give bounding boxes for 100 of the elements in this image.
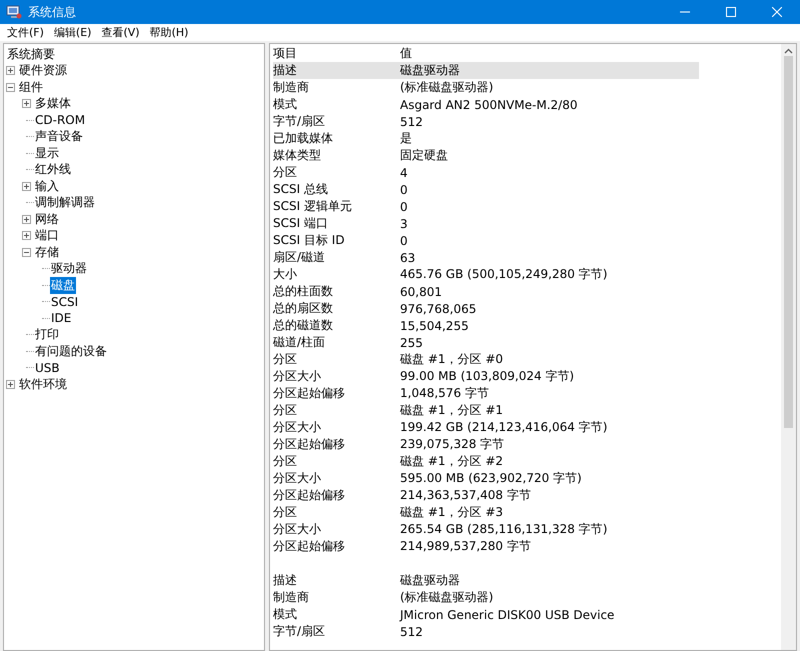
menu-item[interactable]: 查看(V): [96, 24, 145, 41]
table-row[interactable]: 分区 磁盘 #1，分区 #0: [273, 351, 699, 368]
table-row[interactable]: SCSI 逻辑单元 0: [273, 198, 699, 215]
table-cell: 976,768,065: [400, 302, 476, 316]
tree-item[interactable]: CD-ROM: [34, 113, 86, 128]
table-cell-text: 分区大小: [273, 521, 322, 538]
table-row[interactable]: 已加载媒体 是: [273, 130, 699, 147]
expand-icon[interactable]: [6, 380, 15, 389]
table-row[interactable]: 分区起始偏移 239,075,328 字节: [273, 436, 699, 453]
scroll-up-icon[interactable]: [784, 48, 793, 54]
tree-item[interactable]: 硬件资源: [18, 62, 68, 80]
tree-item[interactable]: 存储: [34, 244, 60, 261]
expand-icon[interactable]: [22, 182, 31, 191]
table-cell-text: SCSI 端口: [273, 215, 329, 232]
tree-item[interactable]: 声音设备: [34, 128, 84, 146]
table-cell-text: 模式: [273, 96, 298, 113]
table-row[interactable]: 分区起始偏移 214,363,537,408 字节: [273, 487, 699, 504]
tree-item[interactable]: 显示: [34, 144, 60, 162]
table-cell: JMicron Generic DISK00 USB Device: [400, 608, 614, 622]
table-cell-text: 总的磁道数: [273, 317, 334, 334]
table-cell: 199.42 GB (214,123,416,064 字节): [400, 419, 608, 436]
tree-item[interactable]: 端口: [34, 227, 60, 244]
tree-item[interactable]: 软件环境: [18, 376, 68, 393]
table-cell: 1,048,576 字节: [400, 385, 489, 402]
table-row[interactable]: 分区 磁盘 #1，分区 #1: [273, 402, 699, 419]
table-row[interactable]: 分区 磁盘 #1，分区 #3: [273, 504, 699, 521]
collapse-icon[interactable]: [6, 82, 15, 92]
table-row[interactable]: 制造商 (标准磁盘驱动器): [273, 589, 699, 606]
menu-item[interactable]: 帮助(H): [144, 24, 194, 41]
expand-icon[interactable]: [22, 214, 31, 224]
table-cell-text: 分区大小: [273, 419, 322, 436]
table-cell-text: 分区: [273, 453, 298, 470]
table-row[interactable]: 分区大小 99.00 MB (103,809,024 字节): [273, 368, 699, 385]
table-row[interactable]: 总的磁道数 15,504,255: [273, 317, 699, 334]
table-row[interactable]: 描述 磁盘驱动器: [273, 62, 699, 79]
table-row[interactable]: 字节/扇区 512: [273, 623, 699, 640]
collapse-icon[interactable]: [22, 248, 31, 257]
table-cell-text: 分区起始偏移: [273, 538, 346, 555]
table-row[interactable]: 分区大小 265.54 GB (285,116,131,328 字节): [273, 521, 699, 538]
table-cell: Asgard AN2 500NVMe-M.2/80: [400, 98, 578, 112]
table-row[interactable]: 扇区/磁道 63: [273, 249, 699, 266]
table-row[interactable]: 分区起始偏移 1,048,576 字节: [273, 385, 699, 402]
table-row[interactable]: 模式 Asgard AN2 500NVMe-M.2/80: [273, 96, 699, 113]
tree-item[interactable]: 磁盘: [50, 276, 76, 294]
table-cell-text: 分区: [273, 402, 298, 419]
table-cell-text: 字节/扇区: [273, 623, 326, 640]
table-cell-text: 扇区/磁道: [273, 249, 326, 266]
table-row[interactable]: 分区 磁盘 #1，分区 #2: [273, 453, 699, 470]
table-row[interactable]: 总的柱面数 60,801: [273, 283, 699, 300]
menu-item[interactable]: 文件(F): [2, 24, 49, 41]
expand-icon[interactable]: [22, 99, 31, 108]
table-cell-text: SCSI 目标 ID: [273, 232, 346, 249]
table-cell-text: 分区: [273, 504, 298, 521]
table-row[interactable]: 分区大小 199.42 GB (214,123,416,064 字节): [273, 419, 699, 436]
table-row[interactable]: 大小 465.76 GB (500,105,249,280 字节): [273, 266, 699, 283]
tree-item[interactable]: 驱动器: [50, 260, 88, 278]
expand-icon[interactable]: [22, 231, 31, 240]
table-row[interactable]: 分区起始偏移 214,989,537,280 字节: [273, 538, 699, 555]
table-row[interactable]: 媒体类型 固定硬盘: [273, 147, 699, 164]
tree-item[interactable]: USB: [34, 360, 61, 375]
table-cell: 265.54 GB (285,116,131,328 字节): [400, 521, 608, 538]
table-cell: 固定硬盘: [400, 147, 448, 164]
tree-item[interactable]: IDE: [50, 311, 72, 326]
table-row[interactable]: 分区大小 595.00 MB (623,902,720 字节): [273, 470, 699, 487]
table-cell-text: 分区起始偏移: [273, 436, 346, 453]
table-row[interactable]: SCSI 总线 0: [273, 181, 699, 198]
table-cell-text: 总的柱面数: [273, 283, 334, 300]
table-cell-text: 媒体类型: [273, 147, 322, 164]
tree-item[interactable]: SCSI: [50, 294, 80, 309]
column-header[interactable]: 值: [400, 45, 412, 62]
table-row[interactable]: 制造商 (标准磁盘驱动器): [273, 79, 699, 96]
scrollbar[interactable]: [781, 44, 796, 650]
table-cell: 512: [400, 114, 423, 128]
table-cell-text: 分区: [273, 351, 298, 368]
tree-item[interactable]: 组件: [18, 78, 44, 96]
scroll-thumb[interactable]: [784, 56, 793, 428]
table-row[interactable]: 分区 4: [273, 164, 699, 181]
table-row[interactable]: 模式 JMicron Generic DISK00 USB Device: [273, 606, 699, 623]
table-cell: 255: [400, 336, 423, 350]
expand-icon[interactable]: [6, 66, 15, 76]
table-cell: 0: [400, 182, 408, 196]
tree-item[interactable]: 输入: [34, 178, 60, 195]
tree-item[interactable]: 网络: [34, 210, 60, 228]
tree-item[interactable]: 红外线: [34, 161, 72, 178]
window-title: 系统信息: [28, 4, 77, 20]
table-row[interactable]: 描述 磁盘驱动器: [273, 572, 699, 589]
table-row[interactable]: 总的扇区数 976,768,065: [273, 300, 699, 317]
menu-item[interactable]: 编辑(E): [48, 24, 96, 41]
tree-item[interactable]: 有问题的设备: [34, 342, 108, 360]
column-header[interactable]: 项目: [273, 45, 400, 62]
tree-item[interactable]: 多媒体: [34, 95, 72, 112]
table-cell: 磁盘 #1，分区 #0: [400, 351, 504, 368]
table-row[interactable]: SCSI 目标 ID 0: [273, 232, 699, 249]
table-row[interactable]: 字节/扇区 512: [273, 113, 699, 130]
table-row[interactable]: 磁道/柱面 255: [273, 334, 699, 351]
tree-item[interactable]: 系统摘要: [6, 46, 56, 63]
tree-item[interactable]: 打印: [34, 326, 60, 344]
table-row[interactable]: SCSI 端口 3: [273, 215, 699, 232]
tree-item[interactable]: 调制解调器: [34, 194, 96, 212]
table-cell-text: SCSI 逻辑单元: [273, 198, 353, 215]
